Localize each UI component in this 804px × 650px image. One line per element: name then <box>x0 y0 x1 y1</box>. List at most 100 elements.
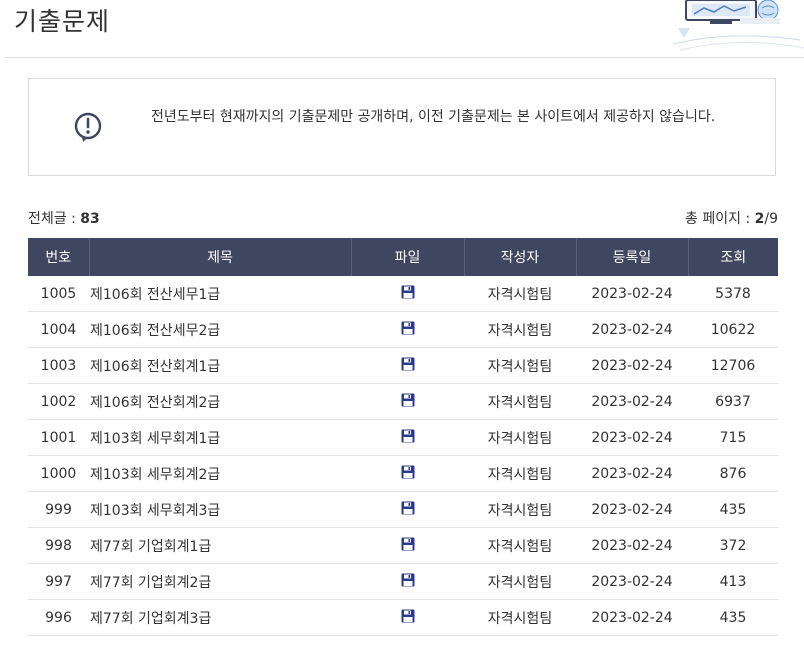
row-file-cell <box>351 383 464 420</box>
row-views: 6937 <box>688 383 778 420</box>
table-row[interactable]: 999 제103회 세무회계3급 자격시험팀 2023-02-24 435 <box>28 491 778 528</box>
floppy-disk-icon[interactable] <box>401 429 415 446</box>
table-row[interactable]: 1002 제106회 전산회계2급 자격시험팀 2023-02-24 6937 <box>28 383 778 420</box>
table-row[interactable]: 1001 제103회 세무회계1급 자격시험팀 2023-02-24 715 <box>28 419 778 456</box>
row-title-link[interactable]: 제106회 전산세무1급 <box>89 276 351 312</box>
row-number: 1004 <box>28 311 89 348</box>
row-views: 876 <box>688 455 778 492</box>
row-date: 2023-02-24 <box>576 419 688 456</box>
table-row[interactable]: 997 제77회 기업회계2급 자격시험팀 2023-02-24 413 <box>28 563 778 600</box>
row-views: 372 <box>688 527 778 564</box>
column-header-file[interactable]: 파일 <box>351 238 465 276</box>
floppy-disk-icon[interactable] <box>401 357 415 374</box>
column-header-views[interactable]: 조회 <box>688 238 778 276</box>
floppy-disk-icon[interactable] <box>401 573 415 590</box>
exclamation-circle-icon <box>74 112 102 142</box>
row-title-link[interactable]: 제106회 전산회계2급 <box>89 383 351 420</box>
row-date: 2023-02-24 <box>576 276 688 312</box>
row-number: 997 <box>28 563 89 600</box>
row-date: 2023-02-24 <box>576 383 688 420</box>
notice-box: 전년도부터 현재까지의 기출문제만 공개하며, 이전 기출문제는 본 사이트에서… <box>28 78 776 176</box>
row-views: 435 <box>688 599 778 636</box>
row-author: 자격시험팀 <box>464 491 576 528</box>
table-row[interactable]: 996 제77회 기업회계3급 자격시험팀 2023-02-24 435 <box>28 599 778 636</box>
current-page: 2 <box>754 211 765 227</box>
row-title-link[interactable]: 제103회 세무회계1급 <box>89 419 351 456</box>
row-views: 5378 <box>688 276 778 312</box>
table-row[interactable]: 998 제77회 기업회계1급 자격시험팀 2023-02-24 372 <box>28 527 778 564</box>
total-count-label: 전체글 : <box>28 211 81 227</box>
row-date: 2023-02-24 <box>576 527 688 564</box>
page: 기출문제 전년도부터 현재까지의 기출문제만 공개하며, 이전 기출문제는 본 … <box>0 0 804 650</box>
column-header-number[interactable]: 번호 <box>28 238 90 276</box>
table-row[interactable]: 1004 제106회 전산세무2급 자격시험팀 2023-02-24 10622 <box>28 311 778 348</box>
row-author: 자격시험팀 <box>464 527 576 564</box>
row-author: 자격시험팀 <box>464 599 576 636</box>
row-date: 2023-02-24 <box>576 563 688 600</box>
total-count: 전체글 : 83 <box>28 208 100 228</box>
row-views: 715 <box>688 419 778 456</box>
row-title-link[interactable]: 제77회 기업회계2급 <box>89 563 351 600</box>
floppy-disk-icon[interactable] <box>401 609 415 626</box>
total-count-value: 83 <box>80 211 100 227</box>
row-date: 2023-02-24 <box>576 599 688 636</box>
row-title-link[interactable]: 제106회 전산회계1급 <box>89 347 351 384</box>
row-views: 12706 <box>688 347 778 384</box>
row-number: 1005 <box>28 276 89 312</box>
row-title-link[interactable]: 제103회 세무회계3급 <box>89 491 351 528</box>
column-header-author[interactable]: 작성자 <box>464 238 577 276</box>
floppy-disk-icon[interactable] <box>401 321 415 338</box>
row-file-cell <box>351 527 464 564</box>
floppy-disk-icon[interactable] <box>401 501 415 518</box>
row-number: 999 <box>28 491 89 528</box>
exam-table: 번호 제목 파일 작성자 등록일 조회 1005 제106회 전산세무1급자격시험… <box>28 238 778 636</box>
row-number: 1001 <box>28 419 89 456</box>
row-author: 자격시험팀 <box>464 347 576 384</box>
column-header-title[interactable]: 제목 <box>89 238 352 276</box>
total-pages: /9 <box>764 211 778 227</box>
row-file-cell <box>351 599 464 636</box>
table-row[interactable]: 1005 제106회 전산세무1급 자격시험팀 2023-02-24 5378 <box>28 276 778 312</box>
row-author: 자격시험팀 <box>464 455 576 492</box>
row-views: 10622 <box>688 311 778 348</box>
row-file-cell <box>351 563 464 600</box>
row-title-link[interactable]: 제77회 기업회계1급 <box>89 527 351 564</box>
row-author: 자격시험팀 <box>464 383 576 420</box>
page-count: 총 페이지 : 2/9 <box>685 208 778 228</box>
row-date: 2023-02-24 <box>576 455 688 492</box>
row-number: 1003 <box>28 347 89 384</box>
row-number: 998 <box>28 527 89 564</box>
page-title: 기출문제 <box>14 7 111 36</box>
table-row[interactable]: 1003 제106회 전산회계1급 자격시험팀 2023-02-24 12706 <box>28 347 778 384</box>
row-title-link[interactable]: 제103회 세무회계2급 <box>89 455 351 492</box>
row-author: 자격시험팀 <box>464 276 576 312</box>
row-title-link[interactable]: 제77회 기업회계3급 <box>89 599 351 636</box>
row-file-cell <box>351 276 464 312</box>
column-header-date[interactable]: 등록일 <box>576 238 689 276</box>
page-count-label: 총 페이지 : <box>685 211 755 227</box>
row-file-cell <box>351 311 464 348</box>
row-date: 2023-02-24 <box>576 491 688 528</box>
row-file-cell <box>351 419 464 456</box>
notice-text: 전년도부터 현재까지의 기출문제만 공개하며, 이전 기출문제는 본 사이트에서… <box>151 109 716 125</box>
row-views: 435 <box>688 491 778 528</box>
row-file-cell <box>351 455 464 492</box>
row-title-link[interactable]: 제106회 전산세무2급 <box>89 311 351 348</box>
floppy-disk-icon[interactable] <box>401 537 415 554</box>
header-illustration <box>673 0 804 51</box>
table-row[interactable]: 1000 제103회 세무회계2급 자격시험팀 2023-02-24 876 <box>28 455 778 492</box>
row-number: 996 <box>28 599 89 636</box>
row-views: 413 <box>688 563 778 600</box>
floppy-disk-icon[interactable] <box>401 285 415 302</box>
row-number: 1002 <box>28 383 89 420</box>
row-date: 2023-02-24 <box>576 311 688 348</box>
header-divider <box>4 57 804 58</box>
row-author: 자격시험팀 <box>464 563 576 600</box>
row-file-cell <box>351 491 464 528</box>
row-date: 2023-02-24 <box>576 347 688 384</box>
row-file-cell <box>351 347 464 384</box>
row-author: 자격시험팀 <box>464 311 576 348</box>
floppy-disk-icon[interactable] <box>401 393 415 410</box>
floppy-disk-icon[interactable] <box>401 465 415 482</box>
table-header-row: 번호 제목 파일 작성자 등록일 조회 <box>28 238 778 276</box>
